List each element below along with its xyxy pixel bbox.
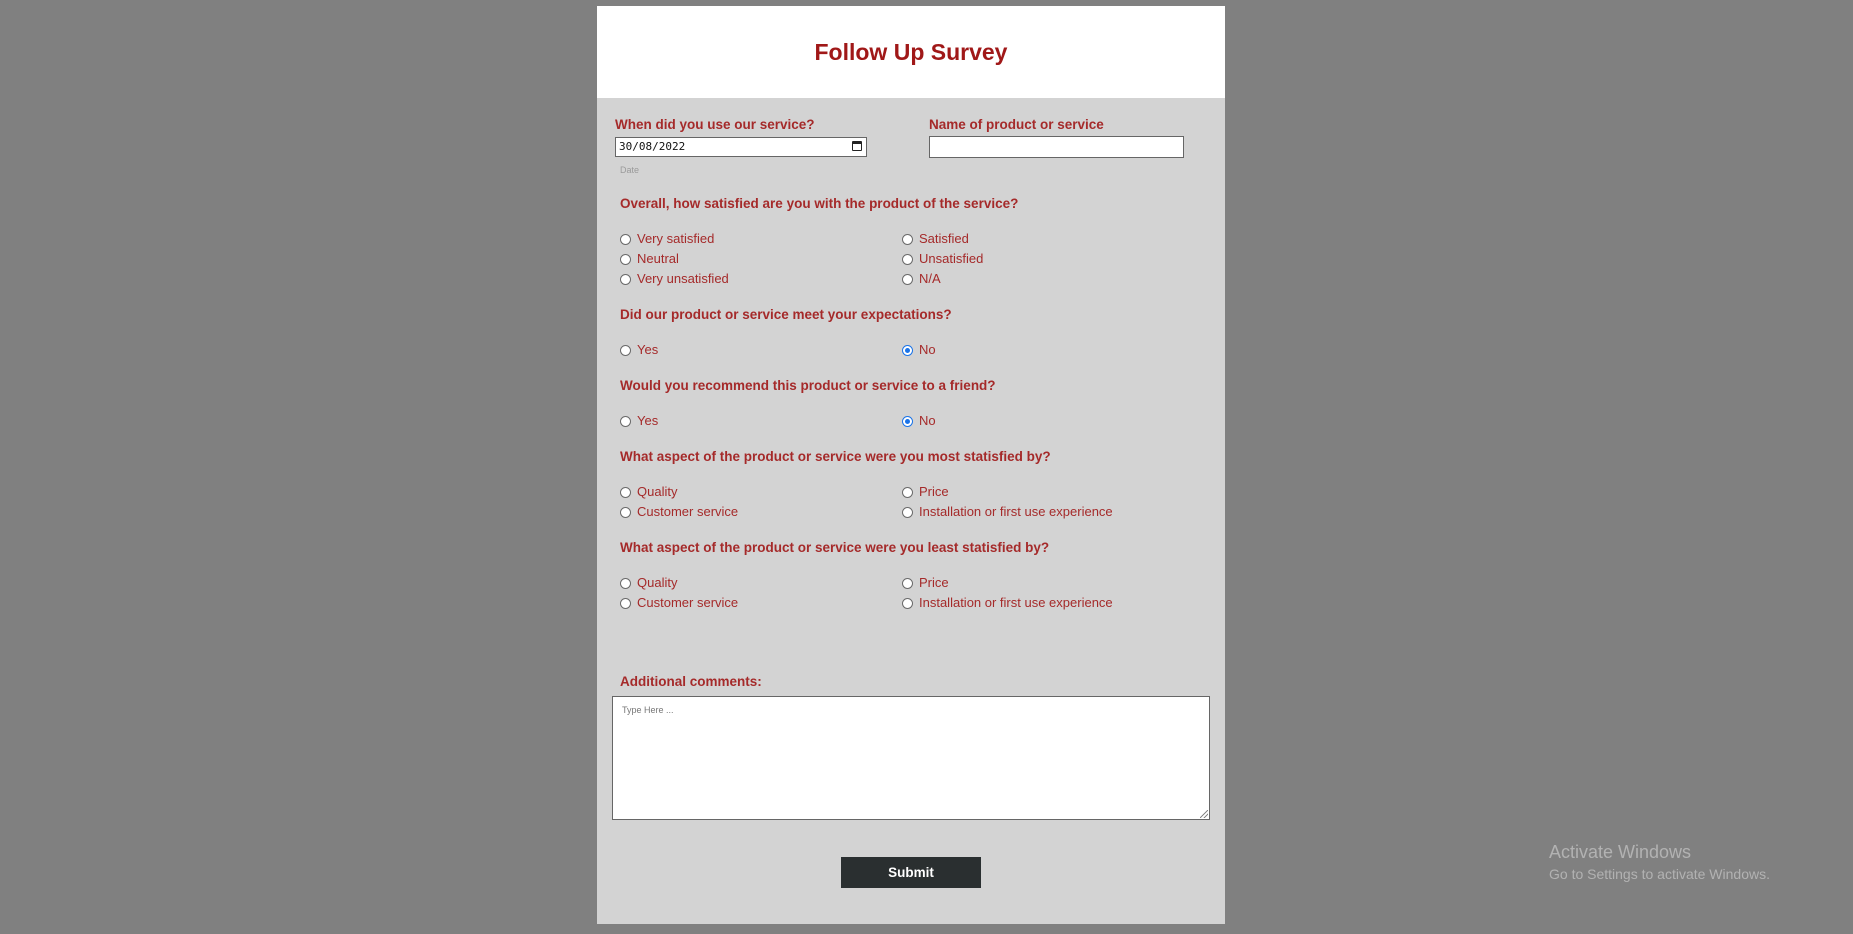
option-label: Installation or first use experience: [919, 504, 1113, 519]
most-satisfied-option[interactable]: Price: [902, 484, 949, 500]
satisfaction-option[interactable]: Neutral: [620, 251, 679, 267]
option-label: Quality: [637, 484, 678, 499]
radio-icon[interactable]: [902, 486, 913, 498]
product-name-input[interactable]: [929, 136, 1184, 158]
least-satisfied-option[interactable]: Price: [902, 575, 949, 591]
radio-icon[interactable]: [902, 597, 913, 609]
option-label: Neutral: [637, 251, 679, 266]
satisfaction-option[interactable]: N/A: [902, 271, 941, 287]
watermark-title: Activate Windows: [1549, 842, 1692, 862]
form-header: Follow Up Survey: [597, 6, 1225, 98]
comments-placeholder: Type Here ...: [622, 705, 674, 715]
comments-label: Additional comments:: [620, 674, 762, 689]
radio-checked-icon[interactable]: [902, 344, 913, 356]
least-satisfied-option[interactable]: Installation or first use experience: [902, 595, 1113, 611]
date-value: 30/08/2022: [619, 140, 686, 153]
satisfaction-option[interactable]: Satisfied: [902, 231, 969, 247]
expectations-option-no[interactable]: No: [902, 342, 936, 358]
radio-icon[interactable]: [620, 253, 631, 265]
most-satisfied-option[interactable]: Customer service: [620, 504, 738, 520]
recommend-question: Would you recommend this product or serv…: [620, 378, 996, 393]
option-label: Customer service: [637, 595, 739, 610]
expectations-option-yes[interactable]: Yes: [620, 342, 658, 358]
date-question-label: When did you use our service?: [615, 117, 815, 132]
most-satisfied-option[interactable]: Installation or first use experience: [902, 504, 1113, 520]
option-label: Very satisfied: [637, 231, 715, 246]
radio-icon[interactable]: [902, 577, 913, 589]
recommend-option-no[interactable]: No: [902, 413, 936, 429]
satisfaction-option[interactable]: Very satisfied: [620, 231, 714, 247]
activate-windows-watermark: Activate Windows Go to Settings to activ…: [1549, 841, 1770, 883]
radio-icon[interactable]: [620, 486, 631, 498]
satisfaction-question: Overall, how satisfied are you with the …: [620, 196, 1019, 211]
radio-icon[interactable]: [902, 273, 913, 285]
submit-button[interactable]: Submit: [841, 857, 981, 888]
recommend-option-yes[interactable]: Yes: [620, 413, 658, 429]
radio-icon[interactable]: [620, 506, 631, 518]
radio-icon[interactable]: [620, 577, 631, 589]
option-label: Unsatisfied: [919, 251, 984, 266]
option-label: Very unsatisfied: [637, 271, 729, 286]
survey-form: Follow Up Survey When did you use our se…: [597, 6, 1225, 924]
least-satisfied-option[interactable]: Customer service: [620, 595, 738, 611]
comments-textarea[interactable]: Type Here ...: [612, 696, 1210, 820]
resize-grip-icon[interactable]: [1200, 810, 1208, 818]
radio-icon[interactable]: [620, 597, 631, 609]
option-label: Satisfied: [919, 231, 969, 246]
satisfaction-option[interactable]: Very unsatisfied: [620, 271, 729, 287]
calendar-icon[interactable]: [852, 141, 862, 151]
page: Follow Up Survey When did you use our se…: [0, 0, 1853, 934]
option-label: Installation or first use experience: [919, 595, 1113, 610]
form-title: Follow Up Survey: [814, 39, 1008, 65]
least-satisfied-question: What aspect of the product or service we…: [620, 540, 1050, 555]
radio-icon[interactable]: [902, 233, 913, 245]
option-label: N/A: [919, 271, 941, 286]
most-satisfied-option[interactable]: Quality: [620, 484, 677, 500]
option-label: Quality: [637, 575, 678, 590]
option-label: Yes: [637, 413, 659, 428]
option-label: No: [919, 413, 936, 428]
radio-icon[interactable]: [620, 415, 631, 427]
radio-icon[interactable]: [620, 344, 631, 356]
satisfaction-option[interactable]: Unsatisfied: [902, 251, 983, 267]
option-label: Price: [919, 484, 949, 499]
most-satisfied-question: What aspect of the product or service we…: [620, 449, 1051, 464]
radio-icon[interactable]: [620, 273, 631, 285]
radio-checked-icon[interactable]: [902, 415, 913, 427]
option-label: No: [919, 342, 936, 357]
option-label: Customer service: [637, 504, 739, 519]
date-input[interactable]: 30/08/2022: [615, 137, 867, 157]
option-label: Price: [919, 575, 949, 590]
watermark-subtitle: Go to Settings to activate Windows.: [1549, 866, 1770, 882]
expectations-question: Did our product or service meet your exp…: [620, 307, 952, 322]
date-sublabel: Date: [620, 165, 640, 175]
least-satisfied-option[interactable]: Quality: [620, 575, 677, 591]
radio-icon[interactable]: [902, 253, 913, 265]
radio-icon[interactable]: [902, 506, 913, 518]
radio-icon[interactable]: [620, 233, 631, 245]
option-label: Yes: [637, 342, 659, 357]
product-name-label: Name of product or service: [929, 117, 1104, 132]
